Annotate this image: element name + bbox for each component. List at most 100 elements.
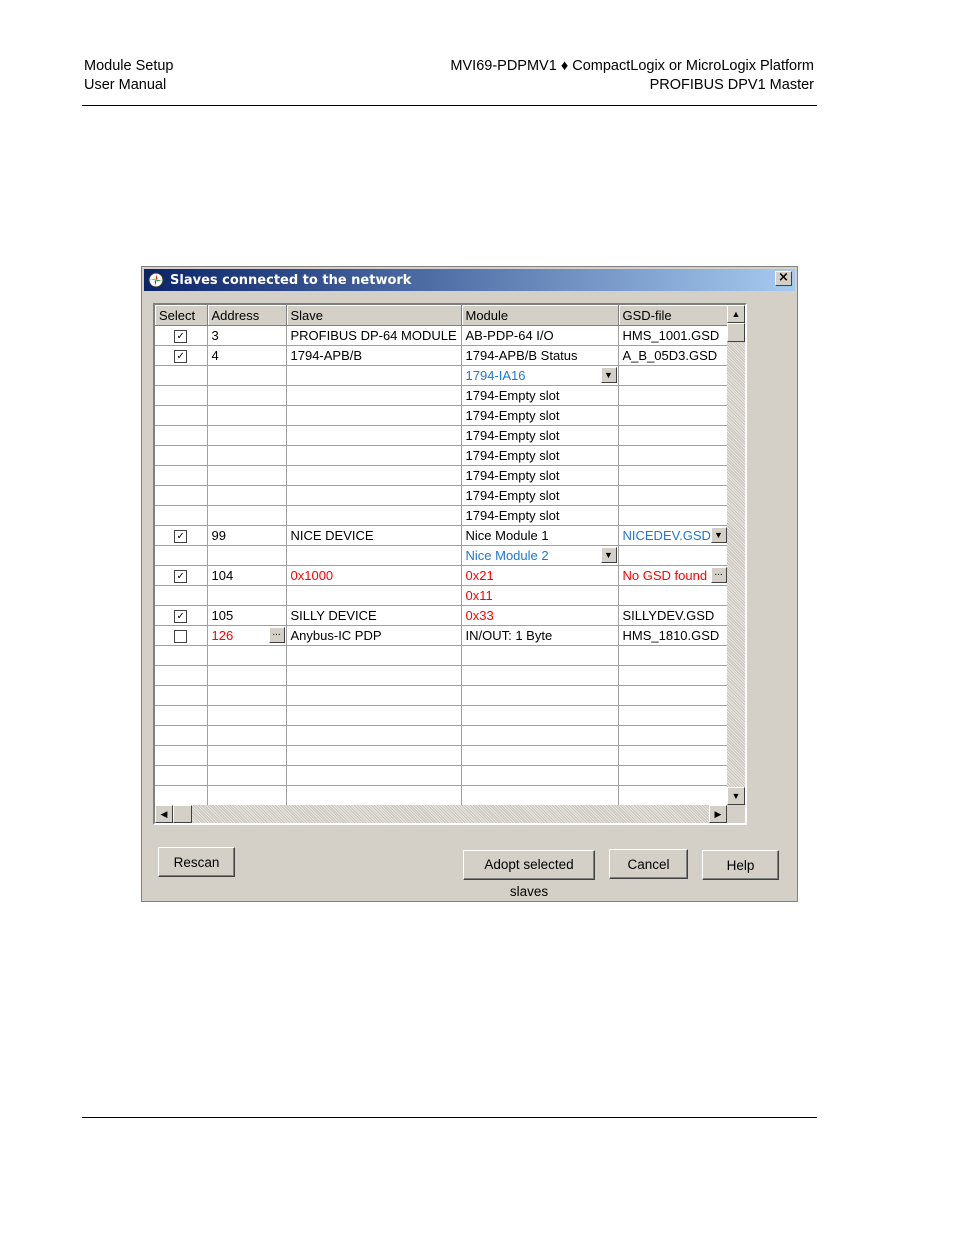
select-cell[interactable] — [155, 505, 208, 526]
slave-cell[interactable]: NICE DEVICE — [286, 525, 462, 546]
address-cell[interactable] — [207, 545, 287, 566]
address-cell[interactable]: 4 — [207, 345, 287, 366]
slave-cell[interactable] — [286, 365, 462, 386]
select-cell[interactable] — [155, 785, 208, 806]
table-row[interactable]: 1794-Empty slot — [155, 485, 729, 506]
browse-ellipsis-button[interactable]: ... — [710, 567, 727, 583]
module-cell[interactable]: Nice Module 1 — [461, 525, 619, 546]
address-cell[interactable] — [207, 405, 287, 426]
select-cell[interactable] — [155, 685, 208, 706]
gsd-file-cell[interactable] — [618, 665, 729, 686]
module-cell[interactable]: 1794-IA16 ▼ — [461, 365, 619, 386]
select-cell[interactable] — [155, 645, 208, 666]
vertical-scrollbar[interactable]: ▲ ▼ — [727, 305, 745, 805]
address-cell[interactable] — [207, 425, 287, 446]
gsd-file-cell[interactable] — [618, 385, 729, 406]
select-cell[interactable]: ✓ — [155, 525, 208, 546]
slave-cell[interactable] — [286, 765, 462, 786]
module-cell[interactable]: 1794-Empty slot — [461, 465, 619, 486]
module-cell[interactable] — [461, 685, 619, 706]
gsd-file-cell[interactable] — [618, 685, 729, 706]
table-row[interactable]: ✓ 99 NICE DEVICE Nice Module 1 NICEDEV.GSD ▼ — [155, 525, 729, 546]
table-row[interactable]: 126... Anybus-IC PDP IN/OUT: 1 Byte HMS_181… — [155, 625, 729, 646]
slave-cell[interactable]: 1794-APB/B — [286, 345, 462, 366]
address-cell[interactable] — [207, 385, 287, 406]
address-cell[interactable] — [207, 785, 287, 806]
gsd-file-cell[interactable]: HMS_1001.GSD — [618, 325, 729, 346]
gsd-file-cell[interactable]: NICEDEV.GSD ▼ — [618, 525, 729, 546]
gsd-file-cell[interactable] — [618, 425, 729, 446]
column-header-select[interactable]: Select — [155, 305, 208, 326]
gsd-file-cell[interactable] — [618, 365, 729, 386]
select-checkbox[interactable]: ✓ — [174, 570, 188, 584]
gsd-file-cell[interactable] — [618, 745, 729, 766]
slave-cell[interactable] — [286, 505, 462, 526]
dropdown-arrow-icon[interactable]: ▼ — [710, 527, 727, 543]
table-row[interactable]: 1794-Empty slot — [155, 465, 729, 486]
select-checkbox[interactable]: ✓ — [174, 350, 188, 364]
address-cell[interactable]: 126... — [207, 625, 287, 646]
table-row[interactable] — [155, 725, 729, 746]
module-cell[interactable]: 1794-Empty slot — [461, 505, 619, 526]
table-row[interactable] — [155, 745, 729, 766]
slave-cell[interactable] — [286, 545, 462, 566]
slave-cell[interactable] — [286, 745, 462, 766]
scroll-up-button[interactable]: ▲ — [727, 305, 745, 323]
module-cell[interactable]: 1794-APB/B Status — [461, 345, 619, 366]
gsd-file-cell[interactable] — [618, 545, 729, 566]
gsd-file-cell[interactable]: A_B_05D3.GSD — [618, 345, 729, 366]
column-header-gsd-file[interactable]: GSD-file — [618, 305, 729, 326]
select-cell[interactable] — [155, 625, 208, 646]
column-header-module[interactable]: Module — [461, 305, 619, 326]
table-row[interactable]: 1794-Empty slot — [155, 425, 729, 446]
rescan-button[interactable]: Rescan — [158, 847, 235, 877]
address-cell[interactable] — [207, 485, 287, 506]
module-cell[interactable]: 1794-Empty slot — [461, 405, 619, 426]
gsd-file-cell[interactable] — [618, 785, 729, 806]
address-cell[interactable] — [207, 685, 287, 706]
address-cell[interactable] — [207, 705, 287, 726]
select-cell[interactable]: ✓ — [155, 565, 208, 586]
gsd-file-cell[interactable] — [618, 705, 729, 726]
select-checkbox[interactable] — [174, 630, 188, 644]
table-row[interactable] — [155, 785, 729, 806]
address-cell[interactable] — [207, 765, 287, 786]
module-cell[interactable] — [461, 785, 619, 806]
select-cell[interactable] — [155, 485, 208, 506]
scroll-left-button[interactable]: ◀ — [155, 805, 173, 823]
dropdown-arrow-icon[interactable]: ▼ — [600, 367, 617, 383]
slave-cell[interactable] — [286, 485, 462, 506]
module-cell[interactable]: 1794-Empty slot — [461, 445, 619, 466]
slave-cell[interactable] — [286, 445, 462, 466]
module-cell[interactable] — [461, 725, 619, 746]
browse-ellipsis-button[interactable]: ... — [268, 627, 285, 643]
select-cell[interactable] — [155, 445, 208, 466]
select-cell[interactable]: ✓ — [155, 605, 208, 626]
slave-cell[interactable] — [286, 405, 462, 426]
gsd-file-cell[interactable] — [618, 445, 729, 466]
slave-cell[interactable]: Anybus-IC PDP — [286, 625, 462, 646]
gsd-file-cell[interactable]: No GSD found... — [618, 565, 729, 586]
table-row[interactable] — [155, 645, 729, 666]
gsd-file-cell[interactable] — [618, 485, 729, 506]
select-checkbox[interactable]: ✓ — [174, 530, 188, 544]
select-cell[interactable] — [155, 385, 208, 406]
adopt-selected-slaves-button[interactable]: Adopt selected slaves — [463, 850, 595, 899]
select-cell[interactable]: ✓ — [155, 325, 208, 346]
address-cell[interactable] — [207, 365, 287, 386]
column-header-slave[interactable]: Slave — [286, 305, 462, 326]
table-row[interactable]: 0x11 — [155, 585, 729, 606]
gsd-file-cell[interactable]: SILLYDEV.GSD — [618, 605, 729, 626]
module-cell[interactable]: 0x11 — [461, 585, 619, 606]
address-cell[interactable] — [207, 725, 287, 746]
table-row[interactable]: ✓ 104 0x1000 0x21 No GSD found... — [155, 565, 729, 586]
address-cell[interactable] — [207, 665, 287, 686]
select-cell[interactable] — [155, 705, 208, 726]
module-cell[interactable]: IN/OUT: 1 Byte — [461, 625, 619, 646]
help-button[interactable]: Help — [702, 850, 779, 880]
module-cell[interactable] — [461, 765, 619, 786]
address-cell[interactable] — [207, 505, 287, 526]
address-cell[interactable] — [207, 445, 287, 466]
select-cell[interactable] — [155, 545, 208, 566]
table-row[interactable]: Nice Module 2 ▼ — [155, 545, 729, 566]
